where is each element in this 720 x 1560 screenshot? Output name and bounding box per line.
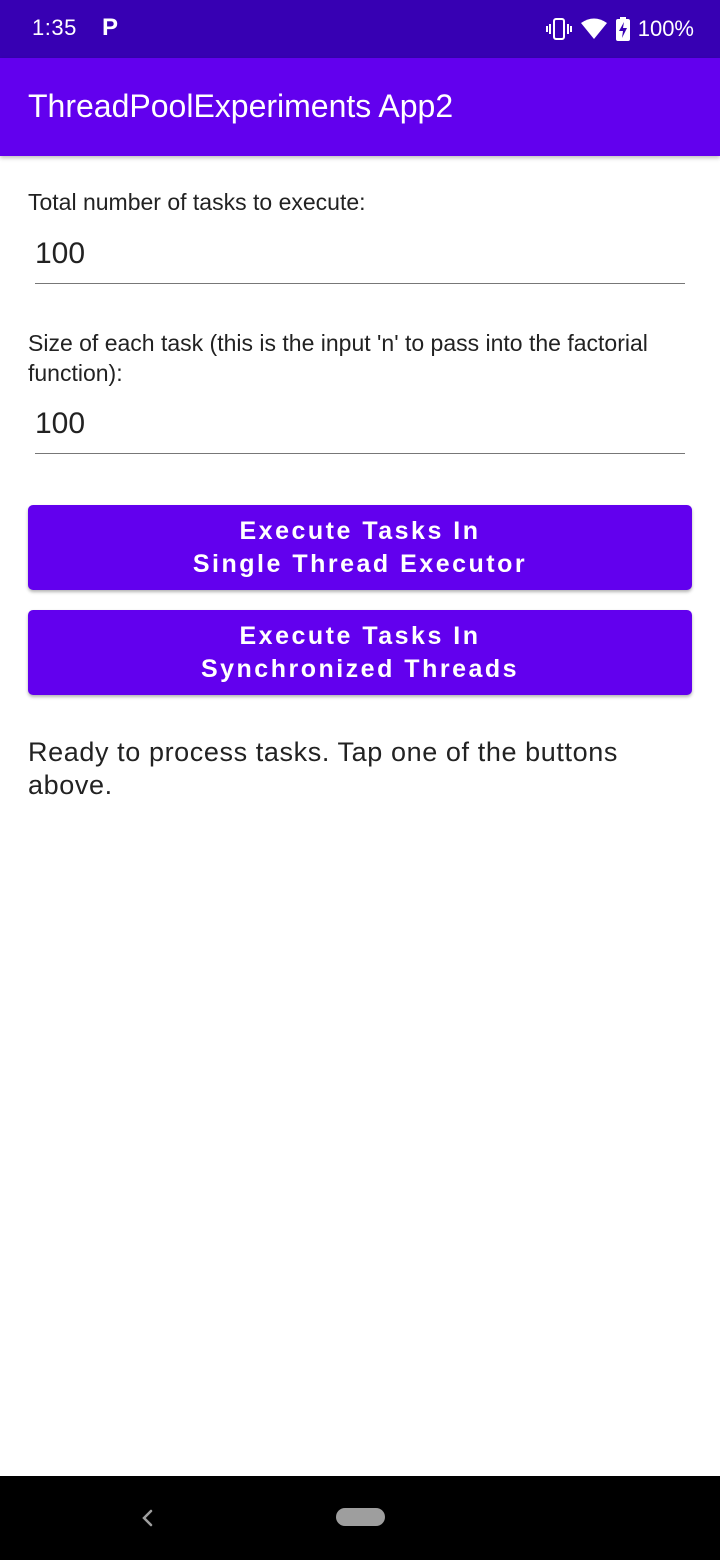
app-bar: ThreadPoolExperiments App2 (0, 58, 720, 156)
status-icons: 100% (545, 14, 694, 44)
button-line-2: Synchronized Threads (200, 654, 520, 683)
task-size-value: 100 (35, 407, 86, 440)
status-message: Ready to process tasks. Tap one of the b… (28, 737, 618, 800)
status-time: 1:35 (32, 15, 77, 40)
button-line-1: Execute Tasks In (239, 516, 481, 545)
battery-percent: 100% (637, 16, 694, 41)
battery-charging-icon (615, 17, 630, 41)
task-size-label: Size of each task (this is the input 'n'… (28, 330, 648, 386)
task-size-input[interactable]: 100 (35, 401, 685, 454)
navigation-bar (0, 1476, 720, 1560)
home-pill-icon[interactable] (336, 1508, 385, 1526)
button-line-1: Execute Tasks In (239, 621, 481, 650)
app-title: ThreadPoolExperiments App2 (28, 88, 454, 124)
back-icon[interactable] (138, 1506, 158, 1530)
parking-p-icon: P (102, 14, 119, 41)
tasks-count-label: Total number of tasks to execute: (28, 189, 366, 215)
status-bar: 1:35 P 100% (0, 0, 720, 58)
single-thread-executor-button[interactable]: Execute Tasks In Single Thread Executor (28, 505, 692, 590)
wifi-icon (580, 17, 608, 41)
button-line-2: Single Thread Executor (192, 549, 528, 578)
tasks-count-value: 100 (35, 237, 86, 270)
tasks-count-input[interactable]: 100 (35, 231, 685, 284)
synchronized-threads-button[interactable]: Execute Tasks In Synchronized Threads (28, 610, 692, 695)
vibrate-icon (545, 17, 572, 41)
